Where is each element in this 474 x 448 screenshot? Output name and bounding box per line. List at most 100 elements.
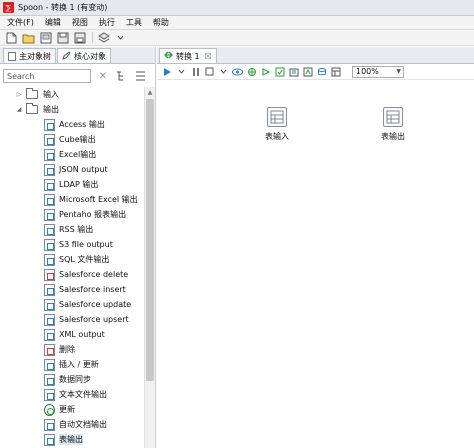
tree-step-update[interactable]: 更新 (0, 402, 144, 417)
tab-main-object-tree[interactable]: 主对象树 (3, 48, 56, 63)
menu-tools[interactable]: 工具 (119, 17, 146, 28)
impact-icon[interactable] (288, 66, 299, 78)
tree-step-s3-file-output[interactable]: S3 file output (0, 237, 144, 252)
folder-icon (26, 103, 38, 114)
step-icon (44, 343, 55, 356)
tree-scrollbar[interactable]: ▲ (144, 87, 155, 448)
replay-icon[interactable] (260, 66, 271, 78)
expand-arrow-icon[interactable]: ▷ (14, 91, 24, 98)
chevron-down-icon[interactable] (176, 66, 187, 78)
tree-step-ldap-output[interactable]: LDAP 输出 (0, 177, 144, 192)
save-icon[interactable] (56, 32, 69, 44)
editor-tabs: 转换 1 ☒ (157, 47, 474, 64)
tree-folder-input[interactable]: ▷ 输入 (0, 87, 144, 102)
left-panel-tabs: 主对象树 核心对象 (0, 47, 155, 64)
tree-step-access-output[interactable]: Access 输出 (0, 117, 144, 132)
tree-step-pentaho-report-output[interactable]: Pentaho 报表输出 (0, 207, 144, 222)
show-results-icon[interactable] (330, 66, 341, 78)
menu-bar: 文件(F) 编辑 视图 执行 工具 帮助 (0, 16, 474, 30)
step-icon (44, 163, 55, 176)
menu-view[interactable]: 视图 (65, 17, 92, 28)
chevron-down-icon: ▼ (396, 68, 401, 75)
explore-repository-icon[interactable] (39, 32, 52, 44)
open-file-icon[interactable] (22, 32, 35, 44)
step-icon (44, 268, 55, 281)
node-label: 表输出 (381, 132, 405, 141)
chevron-down-icon[interactable] (114, 32, 127, 44)
tree-step-sql-file-output[interactable]: SQL 文件输出 (0, 252, 144, 267)
step-icon (44, 253, 55, 266)
menu-edit[interactable]: 编辑 (38, 17, 65, 28)
database-explore-icon[interactable] (316, 66, 327, 78)
close-tab-icon[interactable]: ☒ (205, 52, 212, 61)
main-toolbar (0, 30, 474, 46)
tree-step-table-output[interactable]: 表输出 (0, 432, 144, 447)
menu-help[interactable]: 帮助 (146, 17, 173, 28)
preview-eye-icon[interactable] (232, 66, 243, 78)
new-file-icon[interactable] (5, 32, 18, 44)
expand-all-icon[interactable] (134, 70, 147, 82)
chevron-down-icon[interactable] (218, 66, 229, 78)
tree-step-salesforce-update[interactable]: Salesforce update (0, 297, 144, 312)
tree-step-rss-output[interactable]: RSS 输出 (0, 222, 144, 237)
editor-panel: 转换 1 ☒ 100% ▼ 表输入 表输出 (157, 47, 474, 448)
tree-step-cube-output[interactable]: Cube输出 (0, 132, 144, 147)
tree-step-xml-output[interactable]: XML output (0, 327, 144, 342)
window-title: Spoon - 转换 1 (有变动) (18, 3, 108, 12)
tree-step-auto-doc-output[interactable]: 自动文档输出 (0, 417, 144, 432)
tree-step-salesforce-delete[interactable]: Salesforce delete (0, 267, 144, 282)
zoom-select[interactable]: 100% ▼ (352, 65, 404, 78)
run-icon[interactable] (162, 66, 173, 78)
step-icon (44, 148, 55, 161)
menu-file[interactable]: 文件(F) (0, 17, 38, 28)
pause-icon[interactable] (190, 66, 201, 78)
left-panel: 主对象树 核心对象 ✕ ▷ 输入 ◢ 输出 Access 输出 (0, 47, 156, 448)
collapse-all-icon[interactable] (115, 70, 128, 82)
tab-label: 核心对象 (74, 51, 106, 61)
step-icon (44, 178, 55, 191)
transformation-icon (164, 51, 173, 62)
step-icon (44, 238, 55, 251)
collapse-arrow-icon[interactable]: ◢ (14, 106, 24, 113)
verify-icon[interactable] (274, 66, 285, 78)
scroll-up-icon[interactable]: ▲ (145, 87, 155, 97)
tab-transformation-1[interactable]: 转换 1 ☒ (159, 48, 217, 63)
sql-icon[interactable] (302, 66, 313, 78)
refresh-icon (44, 403, 55, 416)
table-input-icon (267, 107, 287, 127)
debug-icon[interactable] (246, 66, 257, 78)
transformation-canvas[interactable]: 表输入 表输出 (157, 81, 474, 448)
tree-step-salesforce-insert[interactable]: Salesforce insert (0, 282, 144, 297)
tree-step-json-output[interactable]: JSON output (0, 162, 144, 177)
tab-core-objects[interactable]: 核心对象 (57, 48, 111, 63)
save-as-icon[interactable] (73, 32, 86, 44)
stop-icon[interactable] (204, 66, 215, 78)
step-icon (44, 358, 55, 371)
folder-label: 输入 (43, 90, 59, 99)
clear-search-icon[interactable]: ✕ (97, 71, 109, 82)
step-icon (44, 133, 55, 146)
step-icon (44, 298, 55, 311)
tree-folder-output[interactable]: ◢ 输出 (0, 102, 144, 117)
table-icon (44, 433, 55, 446)
zoom-value: 100% (356, 67, 379, 76)
search-row: ✕ (0, 67, 155, 85)
tab-label: 转换 1 (176, 51, 200, 61)
tree-step-data-sync[interactable]: 数据同步 (0, 372, 144, 387)
menu-run[interactable]: 执行 (92, 17, 119, 28)
canvas-step-table-output[interactable]: 表输出 (381, 107, 405, 142)
tree-step-salesforce-upsert[interactable]: Salesforce upsert (0, 312, 144, 327)
step-icon (44, 283, 55, 296)
step-icon (44, 193, 55, 206)
layers-icon[interactable] (97, 31, 110, 44)
step-icon (44, 223, 55, 236)
tree-step-excel-output[interactable]: Excel输出 (0, 147, 144, 162)
search-input[interactable] (3, 69, 91, 83)
tree-step-text-file-output[interactable]: 文本文件输出 (0, 387, 144, 402)
canvas-step-table-input[interactable]: 表输入 (265, 107, 289, 142)
tree-step-insert-update[interactable]: 插入 / 更新 (0, 357, 144, 372)
tree-step-ms-excel-output[interactable]: Microsoft Excel 输出 (0, 192, 144, 207)
scrollbar-thumb[interactable] (146, 99, 154, 381)
tree-step-delete[interactable]: 删除 (0, 342, 144, 357)
editor-toolbar: 100% ▼ (157, 64, 474, 80)
